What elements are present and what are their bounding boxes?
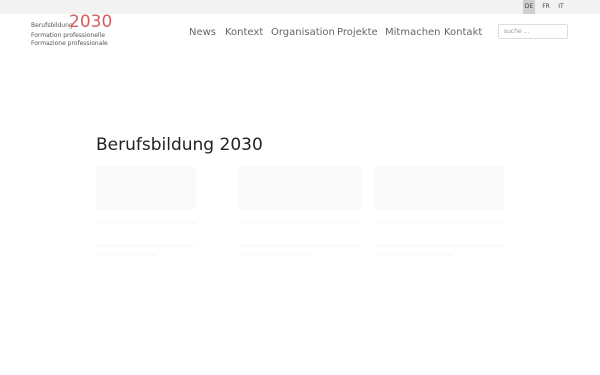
nav-projekte[interactable]: Projekte — [337, 26, 378, 40]
page-title: Berufsbildung 2030 — [96, 135, 263, 155]
language-de-button[interactable]: DE — [523, 0, 535, 14]
nav-kontakt[interactable]: Kontakt — [444, 26, 482, 40]
teaser-text — [374, 221, 504, 224]
logo-year: 2030 — [69, 12, 113, 32]
teaser-text — [238, 221, 362, 224]
teaser-card[interactable] — [238, 167, 362, 256]
teaser-image — [238, 167, 362, 209]
language-it-button[interactable]: IT — [555, 0, 567, 14]
nav-mitmachen[interactable]: Mitmachen — [385, 26, 441, 40]
language-fr-button[interactable]: FR — [540, 0, 552, 14]
teaser-text — [374, 244, 504, 247]
nav-news[interactable]: News — [189, 26, 216, 40]
logo-text-it: Formazione professionale — [31, 40, 108, 47]
logo-text-fr: Formation professionelle — [31, 32, 105, 39]
teaser-text — [96, 244, 196, 247]
teaser-text — [96, 253, 156, 256]
teaser-image — [374, 167, 504, 209]
logo-text-de: Berufsbildung — [31, 22, 73, 29]
nav-organisation[interactable]: Organisation — [271, 26, 335, 40]
teaser-card[interactable] — [374, 167, 504, 256]
teaser-image — [96, 167, 196, 209]
teaser-text — [374, 253, 452, 256]
teaser-text — [96, 221, 196, 224]
search-input[interactable] — [498, 24, 568, 39]
teaser-text — [238, 244, 362, 247]
nav-kontext[interactable]: Kontext — [225, 26, 263, 40]
teaser-text — [238, 253, 313, 256]
teaser-card[interactable] — [96, 167, 196, 256]
